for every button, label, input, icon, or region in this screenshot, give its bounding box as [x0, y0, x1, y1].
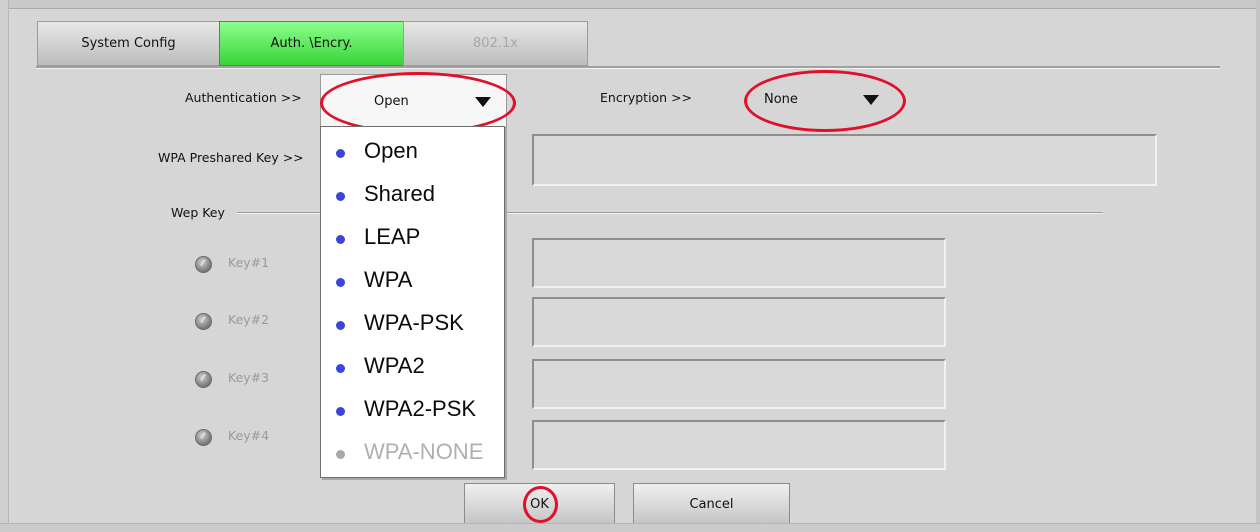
tab-system-config[interactable]: System Config — [37, 21, 220, 66]
bullet-icon — [336, 278, 345, 287]
bullet-icon — [336, 407, 345, 416]
key2-field[interactable] — [532, 297, 946, 347]
tab-8021x: 802.1x — [403, 21, 588, 66]
auth-option-wpa2[interactable]: WPA2 — [321, 349, 504, 387]
cancel-button[interactable]: Cancel — [633, 483, 790, 525]
window-right-border — [1256, 0, 1260, 532]
auth-option-leap[interactable]: LEAP — [321, 220, 504, 258]
key3-label: Key#3 — [228, 370, 270, 385]
bullet-icon — [336, 192, 345, 201]
wpa-preshared-key-field[interactable] — [532, 134, 1157, 186]
auth-option-wpa[interactable]: WPA — [321, 263, 504, 301]
bullet-icon — [336, 450, 345, 459]
bullet-icon — [336, 364, 345, 373]
option-label: WPA — [364, 267, 413, 292]
group-divider — [503, 212, 1103, 214]
option-label: WPA-NONE — [364, 439, 484, 464]
key2-label: Key#2 — [228, 312, 270, 327]
option-label: WPA-PSK — [364, 310, 464, 335]
auth-option-wpa-psk[interactable]: WPA-PSK — [321, 306, 504, 344]
option-label: WPA2-PSK — [364, 396, 477, 421]
auth-option-wpa-none: WPA-NONE — [321, 435, 504, 473]
highlight-ring — [744, 70, 906, 132]
auth-option-wpa2-psk[interactable]: WPA2-PSK — [321, 392, 504, 430]
encryption-label: Encryption >> — [600, 90, 693, 105]
highlight-ring — [320, 72, 516, 134]
authentication-dropdown-list[interactable]: Open Shared LEAP WPA WPA-PSK WPA2 WPA2-P… — [320, 126, 505, 478]
wpa-preshared-key-label: WPA Preshared Key >> — [158, 150, 304, 165]
key4-field[interactable] — [532, 420, 946, 470]
option-label: LEAP — [364, 224, 421, 249]
bullet-icon — [336, 321, 345, 330]
key4-label: Key#4 — [228, 428, 270, 443]
window-top-border — [0, 0, 1260, 9]
key4-radio[interactable] — [195, 429, 212, 446]
group-divider — [237, 212, 322, 214]
key1-label: Key#1 — [228, 255, 270, 270]
bullet-icon — [336, 235, 345, 244]
authentication-label: Authentication >> — [185, 90, 302, 105]
option-label: Open — [364, 138, 418, 163]
key2-radio[interactable] — [195, 313, 212, 330]
tab-auth-encry[interactable]: Auth. \Encry. — [219, 21, 404, 66]
wep-key-group-label: Wep Key — [171, 205, 225, 220]
key3-radio[interactable] — [195, 371, 212, 388]
auth-option-open[interactable]: Open — [321, 134, 504, 172]
window-left-border — [0, 0, 9, 532]
bullet-icon — [336, 149, 345, 158]
tab-divider — [36, 66, 1220, 69]
key1-radio[interactable] — [195, 256, 212, 273]
option-label: Shared — [364, 181, 435, 206]
window-bottom-border — [0, 523, 1260, 532]
option-label: WPA2 — [364, 353, 425, 378]
highlight-ring — [523, 486, 558, 523]
auth-option-shared[interactable]: Shared — [321, 177, 504, 215]
key3-field[interactable] — [532, 359, 946, 409]
key1-field[interactable] — [532, 238, 946, 288]
